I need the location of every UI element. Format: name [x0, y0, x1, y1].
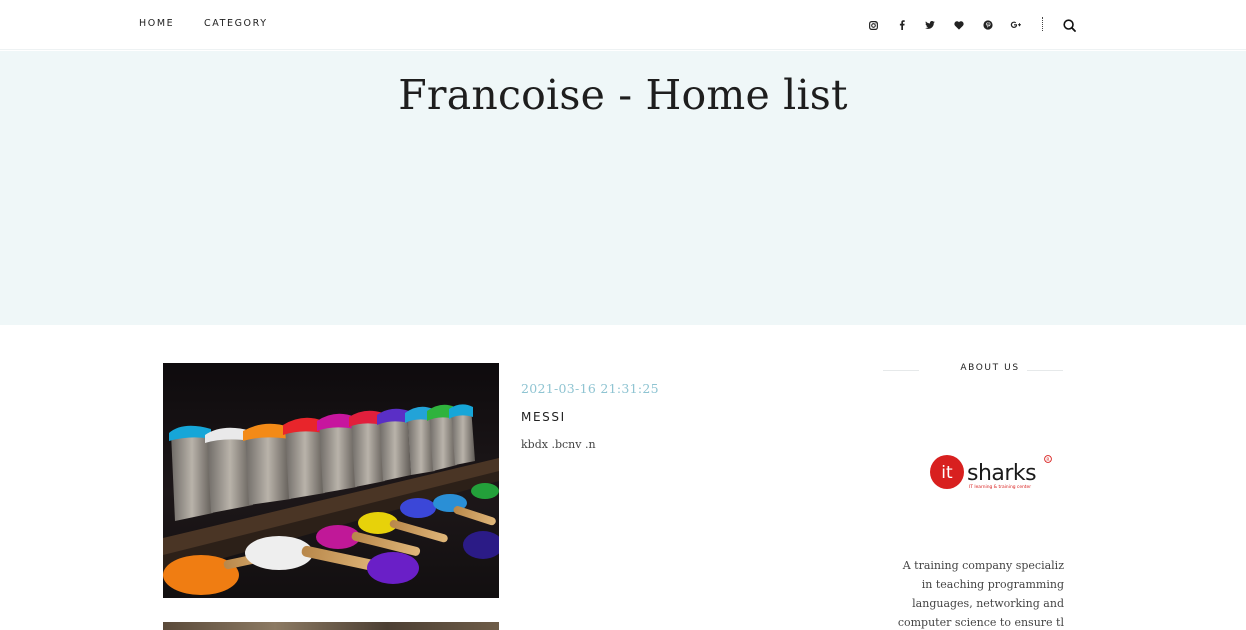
nav-home-link[interactable]: HOME — [139, 18, 174, 29]
google-plus-icon[interactable] — [1008, 16, 1024, 34]
about-line: languages, networking and — [912, 597, 1064, 610]
page-title: Francoise - Home list — [398, 71, 848, 119]
post-title-link[interactable]: MESSI — [521, 410, 566, 424]
nav-divider — [1042, 17, 1043, 31]
post-date: 2021-03-16 21:31:25 — [521, 381, 659, 396]
about-line: in teaching programming — [921, 578, 1064, 591]
svg-text:IT learning & training center: IT learning & training center — [969, 484, 1031, 490]
hero-banner: Francoise - Home list — [0, 51, 1246, 325]
svg-text:it: it — [941, 463, 953, 483]
post-thumbnail[interactable] — [163, 363, 499, 598]
search-icon[interactable] — [1061, 16, 1077, 34]
top-navbar: HOME CATEGORY — [0, 0, 1246, 50]
about-text: A training company specializ in teaching… — [883, 556, 1064, 630]
heart-icon[interactable] — [951, 16, 967, 34]
about-line: A training company specializ — [902, 559, 1064, 572]
nav-category-link[interactable]: CATEGORY — [204, 18, 268, 29]
post-excerpt: kbdx .bcnv .n — [521, 438, 596, 451]
about-line: computer science to ensure tl — [897, 616, 1064, 629]
about-heading-block: ABOUT US — [883, 362, 1063, 378]
svg-text:R: R — [1046, 457, 1049, 463]
facebook-icon[interactable] — [894, 16, 910, 34]
paint-squeegees-image — [163, 363, 499, 598]
twitter-icon[interactable] — [922, 16, 938, 34]
about-heading: ABOUT US — [960, 363, 1020, 373]
svg-text:sharks: sharks — [967, 461, 1036, 486]
post-thumbnail-next[interactable] — [163, 622, 499, 630]
itsharks-logo: it sharks R IT learning & training cente… — [929, 452, 1055, 492]
instagram-icon[interactable] — [865, 16, 881, 34]
pinterest-icon[interactable] — [980, 16, 996, 34]
